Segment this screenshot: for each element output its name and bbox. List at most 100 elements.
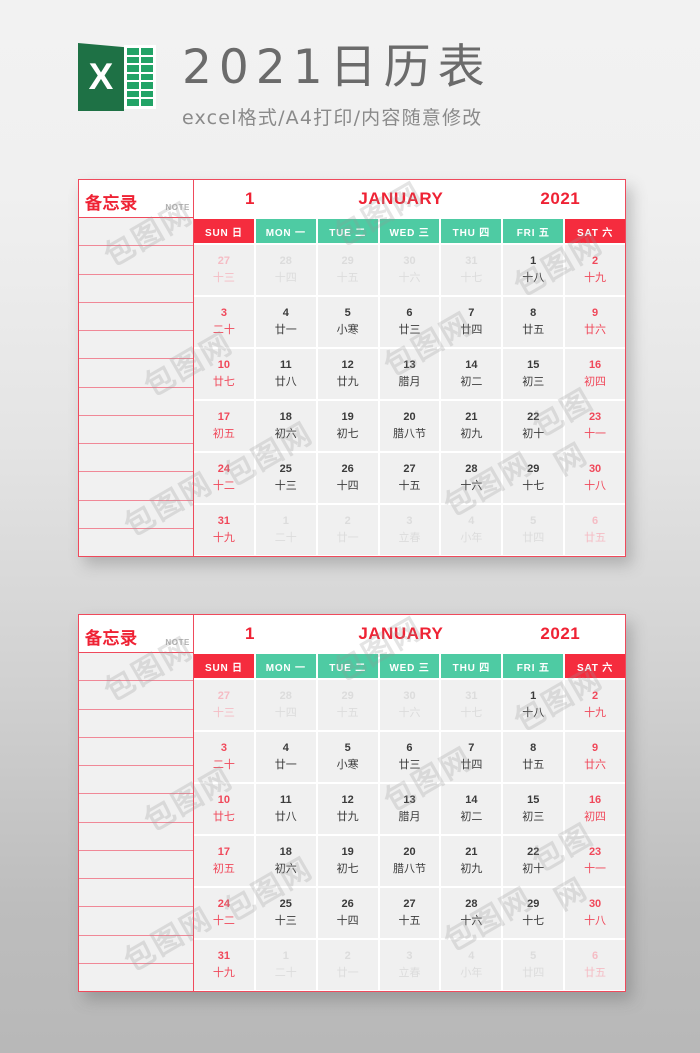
day-cell[interactable]: 5 廿四	[503, 940, 564, 990]
day-cell[interactable]: 10 廿七	[194, 349, 254, 399]
day-cell[interactable]: 29 十五	[317, 680, 378, 730]
day-cell[interactable]: 17 初五	[194, 401, 254, 451]
memo-line[interactable]	[79, 444, 193, 473]
day-cell[interactable]: 27 十五	[379, 888, 440, 938]
day-cell[interactable]: 6 廿三	[379, 732, 440, 782]
memo-line[interactable]	[79, 218, 193, 247]
memo-line[interactable]	[79, 416, 193, 444]
day-cell[interactable]: 19 初七	[317, 836, 378, 886]
day-cell[interactable]: 22 初十	[503, 836, 564, 886]
day-cell[interactable]: 23 十一	[565, 401, 625, 451]
day-cell[interactable]: 27 十三	[194, 680, 254, 730]
memo-line[interactable]	[79, 851, 193, 879]
day-cell[interactable]: 31 十九	[194, 940, 254, 990]
memo-line[interactable]	[79, 529, 193, 556]
memo-line[interactable]	[79, 246, 193, 275]
day-cell[interactable]: 4 廿一	[255, 732, 316, 782]
day-cell[interactable]: 29 十五	[317, 245, 378, 295]
day-cell[interactable]: 20 腊八节	[379, 401, 440, 451]
day-cell[interactable]: 6 廿三	[379, 297, 440, 347]
day-cell[interactable]: 30 十八	[565, 453, 625, 503]
day-cell[interactable]: 26 十四	[317, 888, 378, 938]
day-cell[interactable]: 31 十七	[441, 245, 502, 295]
day-cell[interactable]: 1 二十	[255, 940, 316, 990]
day-cell[interactable]: 21 初九	[441, 401, 502, 451]
day-cell[interactable]: 16 初四	[565, 784, 625, 834]
day-cell[interactable]: 8 廿五	[503, 732, 564, 782]
day-cell[interactable]: 27 十三	[194, 245, 254, 295]
memo-column[interactable]: 备忘录 NOTE	[79, 180, 194, 556]
day-cell[interactable]: 1 十八	[503, 680, 564, 730]
day-cell[interactable]: 15 初三	[503, 784, 564, 834]
day-cell[interactable]: 6 廿五	[565, 505, 625, 555]
day-cell[interactable]: 30 十六	[379, 245, 440, 295]
day-cell[interactable]: 23 十一	[565, 836, 625, 886]
memo-lines[interactable]	[79, 218, 193, 556]
day-cell[interactable]: 2 十九	[565, 245, 625, 295]
day-cell[interactable]: 26 十四	[317, 453, 378, 503]
day-cell[interactable]: 9 廿六	[565, 732, 625, 782]
day-cell[interactable]: 29 十七	[503, 453, 564, 503]
day-cell[interactable]: 12 廿九	[317, 784, 378, 834]
memo-line[interactable]	[79, 359, 193, 388]
day-cell[interactable]: 29 十七	[503, 888, 564, 938]
day-cell[interactable]: 3 立春	[379, 940, 440, 990]
memo-line[interactable]	[79, 936, 193, 964]
day-cell[interactable]: 28 十六	[441, 453, 502, 503]
memo-line[interactable]	[79, 710, 193, 738]
memo-line[interactable]	[79, 907, 193, 936]
day-cell[interactable]: 4 廿一	[255, 297, 316, 347]
memo-line[interactable]	[79, 331, 193, 360]
memo-line[interactable]	[79, 681, 193, 710]
day-cell[interactable]: 17 初五	[194, 836, 254, 886]
day-cell[interactable]: 11 廿八	[255, 784, 316, 834]
day-cell[interactable]: 13 腊月	[379, 349, 440, 399]
day-cell[interactable]: 6 廿五	[565, 940, 625, 990]
day-cell[interactable]: 28 十四	[255, 245, 316, 295]
day-cell[interactable]: 4 小年	[441, 505, 502, 555]
day-cell[interactable]: 9 廿六	[565, 297, 625, 347]
memo-line[interactable]	[79, 794, 193, 823]
day-cell[interactable]: 4 小年	[441, 940, 502, 990]
day-cell[interactable]: 3 二十	[194, 732, 254, 782]
day-cell[interactable]: 24 十二	[194, 888, 254, 938]
day-cell[interactable]: 18 初六	[255, 401, 316, 451]
day-cell[interactable]: 7 廿四	[441, 732, 502, 782]
memo-line[interactable]	[79, 823, 193, 851]
memo-line[interactable]	[79, 766, 193, 795]
memo-lines[interactable]	[79, 653, 193, 991]
day-cell[interactable]: 15 初三	[503, 349, 564, 399]
day-cell[interactable]: 31 十七	[441, 680, 502, 730]
day-cell[interactable]: 1 二十	[255, 505, 316, 555]
day-cell[interactable]: 11 廿八	[255, 349, 316, 399]
memo-line[interactable]	[79, 738, 193, 766]
day-cell[interactable]: 19 初七	[317, 401, 378, 451]
day-cell[interactable]: 5 小寒	[317, 732, 378, 782]
memo-line[interactable]	[79, 964, 193, 991]
day-cell[interactable]: 2 廿一	[317, 505, 378, 555]
day-cell[interactable]: 2 十九	[565, 680, 625, 730]
memo-line[interactable]	[79, 501, 193, 529]
day-cell[interactable]: 5 小寒	[317, 297, 378, 347]
day-cell[interactable]: 18 初六	[255, 836, 316, 886]
day-cell[interactable]: 1 十八	[503, 245, 564, 295]
memo-column[interactable]: 备忘录 NOTE	[79, 615, 194, 991]
day-cell[interactable]: 28 十六	[441, 888, 502, 938]
day-cell[interactable]: 24 十二	[194, 453, 254, 503]
memo-line[interactable]	[79, 472, 193, 501]
day-cell[interactable]: 8 廿五	[503, 297, 564, 347]
memo-line[interactable]	[79, 653, 193, 682]
day-cell[interactable]: 30 十六	[379, 680, 440, 730]
day-cell[interactable]: 21 初九	[441, 836, 502, 886]
day-cell[interactable]: 20 腊八节	[379, 836, 440, 886]
day-cell[interactable]: 3 二十	[194, 297, 254, 347]
day-cell[interactable]: 14 初二	[441, 784, 502, 834]
day-cell[interactable]: 12 廿九	[317, 349, 378, 399]
day-cell[interactable]: 7 廿四	[441, 297, 502, 347]
day-cell[interactable]: 22 初十	[503, 401, 564, 451]
day-cell[interactable]: 2 廿一	[317, 940, 378, 990]
day-cell[interactable]: 16 初四	[565, 349, 625, 399]
day-cell[interactable]: 28 十四	[255, 680, 316, 730]
day-cell[interactable]: 27 十五	[379, 453, 440, 503]
memo-line[interactable]	[79, 275, 193, 303]
